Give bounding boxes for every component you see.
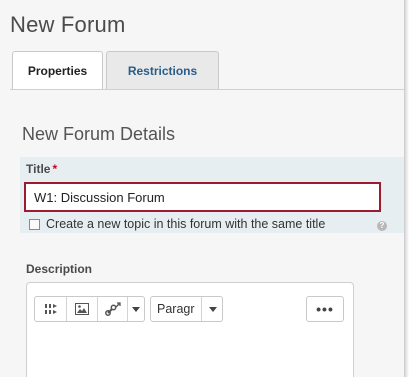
insert-stuff-icon [44, 304, 57, 314]
format-select-value: Paragr [157, 302, 195, 316]
chevron-down-icon [209, 306, 217, 312]
tab-restrictions[interactable]: Restrictions [106, 51, 219, 89]
same-title-checkbox[interactable] [29, 219, 40, 230]
question-circle-icon[interactable]: ? [377, 221, 387, 231]
description-label: Description [26, 262, 93, 276]
description-editor[interactable]: Paragr ••• [26, 282, 354, 377]
tab-properties[interactable]: Properties [12, 51, 103, 89]
dropdown-arrow-icon [132, 306, 140, 312]
same-title-checkbox-label[interactable]: Create a new topic in this forum with th… [46, 217, 325, 231]
insert-quicklink-icon [104, 302, 121, 316]
title-label: Title * [26, 162, 57, 176]
format-select[interactable]: Paragr [150, 296, 223, 322]
insert-menu-dropdown[interactable] [128, 297, 144, 321]
more-actions-button[interactable]: ••• [306, 296, 344, 322]
insert-image-icon [75, 303, 89, 315]
section-title: New Forum Details [22, 124, 176, 144]
insert-stuff-button[interactable] [35, 297, 67, 321]
title-label-text: Title [26, 162, 51, 176]
tab-divider [10, 89, 404, 90]
required-marker: * [52, 162, 58, 176]
more-actions-icon: ••• [316, 301, 334, 317]
format-select-caret[interactable] [201, 297, 224, 321]
page-title: New Forum [10, 12, 126, 37]
title-input[interactable] [24, 182, 381, 212]
panel-shadow [405, 0, 409, 377]
insert-quicklink-button[interactable] [98, 297, 128, 321]
insert-image-button[interactable] [67, 297, 98, 321]
insert-toolbar-group [34, 296, 145, 322]
